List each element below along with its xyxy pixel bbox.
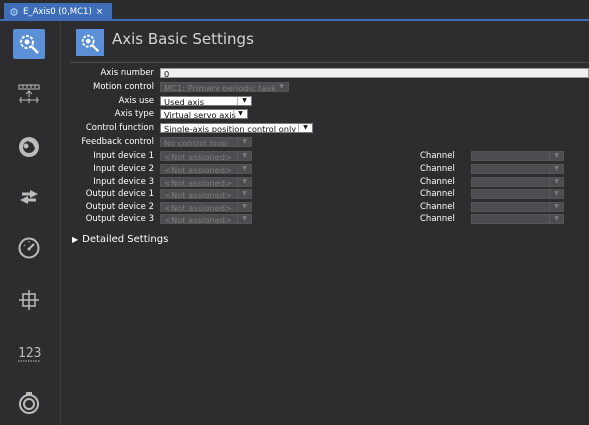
tab-bar: E_Axis0 (0,MC1) × [0, 0, 589, 20]
axis-type-label: Axis type [114, 109, 154, 119]
chevron-down-icon: ▼ [237, 97, 251, 105]
chevron-down-icon: ▼ [237, 215, 251, 223]
output-device-3-channel-select: ▼ [471, 214, 564, 224]
feedback-control-select: No control loop ▼ [160, 137, 252, 147]
axis-type-select[interactable]: Virtual servo axis ▼ [160, 109, 248, 119]
input-device-2-channel-select: ▼ [471, 164, 564, 174]
sidebar-item-servo-drive-settings[interactable]: 123 [13, 337, 45, 367]
input-device-2-label: Input device 2 [93, 164, 154, 174]
sidebar-item-unit-conversion[interactable] [13, 79, 45, 109]
chevron-down-icon: ▼ [237, 138, 251, 146]
input-device-3-channel-label: Channel [420, 177, 455, 187]
sidebar-item-homing-settings[interactable] [13, 387, 45, 417]
motion-control-label: Motion control [93, 82, 154, 92]
chevron-down-icon: ▼ [549, 165, 563, 173]
chevron-down-icon: ▼ [237, 152, 251, 160]
feedback-control-label: Feedback control [81, 137, 154, 147]
input-device-2-channel-label: Channel [420, 164, 455, 174]
axis-number-label: Axis number [100, 68, 154, 78]
sidebar: 123 [0, 21, 61, 425]
chevron-down-icon: ▼ [237, 165, 251, 173]
chevron-down-icon: ▼ [237, 203, 251, 211]
axis-tab-icon [9, 7, 19, 17]
detailed-settings-label: Detailed Settings [82, 234, 169, 245]
output-device-1-channel-label: Channel [420, 189, 455, 199]
output-device-3-value: <Not assigned> [164, 215, 233, 224]
input-device-3-select: <Not assigned> ▼ [160, 177, 252, 187]
sidebar-item-axis-basic-settings[interactable] [13, 29, 45, 59]
motion-control-value: MC1: Primary periodic task [164, 83, 276, 92]
control-function-select[interactable]: Single-axis position control only ▼ [160, 123, 313, 133]
control-function-value: Single-axis position control only [164, 124, 297, 133]
feedback-control-value: No control loop [164, 138, 228, 147]
output-device-1-channel-select: ▼ [471, 189, 564, 199]
expand-triangle-icon: ▶ [72, 235, 79, 244]
arrows-icon [20, 190, 38, 204]
axis-type-value: Virtual servo axis [164, 110, 236, 119]
chevron-down-icon: ▼ [549, 178, 563, 186]
motor-icon [19, 137, 39, 157]
chevron-down-icon: ▼ [549, 152, 563, 160]
sidebar-item-position-count-settings[interactable] [13, 285, 45, 315]
crosshair-icon [19, 290, 39, 310]
chevron-down-icon: ▼ [549, 215, 563, 223]
motion-control-select: MC1: Primary periodic task ▼ [160, 82, 289, 92]
output-device-2-channel-label: Channel [420, 202, 455, 212]
input-device-1-channel-select: ▼ [471, 151, 564, 161]
chevron-down-icon: ▼ [549, 190, 563, 198]
output-device-3-label: Output device 3 [85, 214, 154, 224]
tab-axis0[interactable]: E_Axis0 (0,MC1) × [4, 3, 112, 20]
close-icon[interactable]: × [96, 7, 104, 17]
chevron-down-icon: ▼ [549, 203, 563, 211]
output-device-1-select: <Not assigned> ▼ [160, 189, 252, 199]
input-device-3-value: <Not assigned> [164, 178, 233, 187]
input-device-1-select: <Not assigned> ▼ [160, 151, 252, 161]
svg-text:123: 123 [18, 346, 41, 361]
output-device-2-label: Output device 2 [85, 202, 154, 212]
sidebar-item-operation-settings[interactable] [13, 132, 45, 162]
camera-icon [19, 392, 39, 414]
chevron-down-icon: ▼ [233, 110, 247, 118]
chevron-down-icon: ▼ [274, 83, 288, 91]
output-device-2-channel-select: ▼ [471, 202, 564, 212]
input-device-1-channel-label: Channel [420, 151, 455, 161]
sidebar-item-limit-settings[interactable] [13, 233, 45, 263]
axis-basic-settings-icon [76, 29, 104, 56]
header-divider [70, 62, 589, 63]
input-device-2-select: <Not assigned> ▼ [160, 164, 252, 174]
input-device-1-value: <Not assigned> [164, 152, 233, 161]
axis-use-select[interactable]: Used axis ▼ [160, 96, 252, 106]
chevron-down-icon: ▼ [298, 124, 312, 132]
tab-label: E_Axis0 (0,MC1) [23, 6, 92, 17]
output-device-3-select: <Not assigned> ▼ [160, 214, 252, 224]
control-function-label: Control function [85, 123, 154, 133]
input-device-1-label: Input device 1 [93, 151, 154, 161]
output-device-1-label: Output device 1 [85, 189, 154, 199]
page-title: Axis Basic Settings [112, 30, 254, 48]
number-123-icon: 123 [18, 346, 41, 362]
axis-use-label: Axis use [118, 96, 154, 106]
output-device-3-channel-label: Channel [420, 214, 455, 224]
output-device-2-select: <Not assigned> ▼ [160, 202, 252, 212]
output-device-2-value: <Not assigned> [164, 203, 233, 212]
axis-use-value: Used axis [164, 97, 205, 106]
input-device-3-label: Input device 3 [93, 177, 154, 187]
sidebar-item-other-operation-settings[interactable] [13, 182, 45, 212]
output-device-1-value: <Not assigned> [164, 190, 233, 199]
gauge-icon [18, 237, 40, 259]
axis-number-field[interactable]: 0 [160, 68, 589, 79]
chevron-down-icon: ▼ [237, 178, 251, 186]
ruler-arrows-icon [18, 84, 40, 103]
input-device-3-channel-select: ▼ [471, 177, 564, 187]
detailed-settings-toggle[interactable]: ▶ Detailed Settings [72, 234, 168, 246]
input-device-2-value: <Not assigned> [164, 165, 233, 174]
tab-accent-line [0, 19, 589, 21]
chevron-down-icon: ▼ [237, 190, 251, 198]
gear-search-icon [20, 35, 39, 54]
